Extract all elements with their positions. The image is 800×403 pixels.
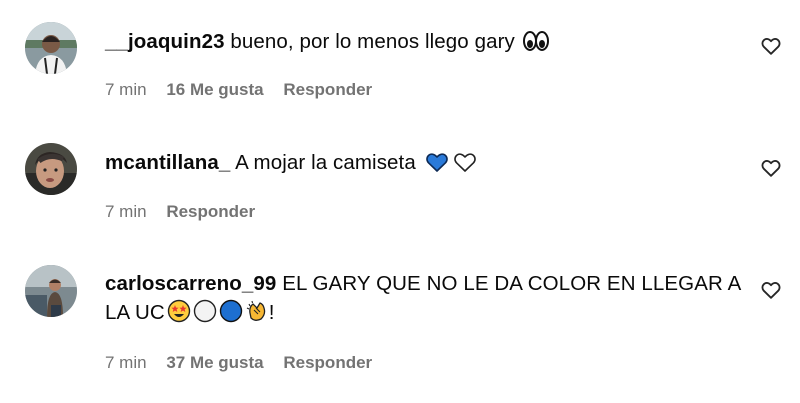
clapping-hands-emoji bbox=[245, 299, 269, 331]
avatar[interactable] bbox=[25, 143, 77, 195]
blue-heart-emoji bbox=[424, 151, 450, 181]
white-circle-emoji bbox=[193, 299, 217, 331]
comment-username[interactable]: mcantillana_ bbox=[105, 151, 230, 174]
avatar[interactable] bbox=[25, 22, 77, 74]
reply-button[interactable]: Responder bbox=[283, 353, 372, 372]
blue-circle-emoji bbox=[219, 299, 243, 331]
comment-meta: 7 min Responder bbox=[105, 202, 270, 222]
avatar-image bbox=[25, 143, 77, 195]
avatar-image bbox=[25, 265, 77, 317]
comment-text: A mojar la camiseta bbox=[235, 151, 416, 174]
comment-body: carloscarreno_99 EL GARY QUE NO LE DA CO… bbox=[105, 269, 745, 331]
comment-likes[interactable]: 37 Me gusta bbox=[166, 353, 263, 372]
comment-text-suffix: ! bbox=[268, 301, 275, 324]
white-heart-emoji bbox=[452, 151, 478, 181]
comment-body: mcantillana_ A mojar la camiseta bbox=[105, 148, 745, 181]
comment-body: __joaquin23 bueno, por lo menos llego ga… bbox=[105, 27, 745, 60]
like-heart-icon[interactable] bbox=[760, 279, 782, 301]
avatar-image bbox=[25, 22, 77, 74]
like-heart-icon[interactable] bbox=[760, 157, 782, 179]
comment-username[interactable]: carloscarreno_99 bbox=[105, 272, 276, 295]
comment-text: bueno, por lo menos llego gary bbox=[230, 30, 515, 53]
like-heart-icon[interactable] bbox=[760, 35, 782, 57]
comment-likes[interactable]: 16 Me gusta bbox=[166, 80, 263, 99]
comment-time: 7 min bbox=[105, 202, 147, 221]
comment-meta: 7 min 37 Me gusta Responder bbox=[105, 353, 387, 373]
comment-time: 7 min bbox=[105, 353, 147, 372]
comment-meta: 7 min 16 Me gusta Responder bbox=[105, 80, 387, 100]
star-struck-emoji bbox=[167, 299, 191, 331]
eyes-emoji bbox=[522, 30, 549, 60]
comment-time: 7 min bbox=[105, 80, 147, 99]
reply-button[interactable]: Responder bbox=[166, 202, 255, 221]
comment-username[interactable]: __joaquin23 bbox=[105, 30, 225, 53]
reply-button[interactable]: Responder bbox=[283, 80, 372, 99]
avatar[interactable] bbox=[25, 265, 77, 317]
